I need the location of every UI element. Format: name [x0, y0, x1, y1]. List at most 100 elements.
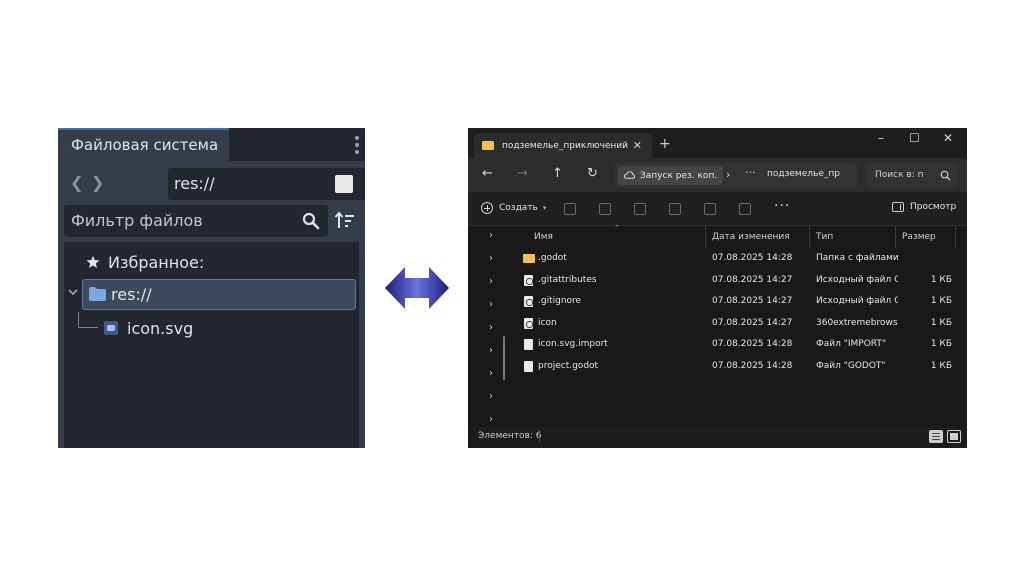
- file-tree: Избранное: res:// icon.svg: [64, 242, 359, 448]
- file-date: 07.08.2025 14:27: [712, 274, 793, 285]
- title-bar: подземелье_приключений ✕ + – ☐ ✕: [468, 128, 967, 158]
- more-icon[interactable]: ···: [745, 166, 756, 179]
- file-size: 1 КБ: [930, 317, 952, 328]
- file-date: 07.08.2025 14:27: [712, 317, 793, 328]
- double-arrow-icon: [385, 267, 449, 309]
- breadcrumb-folder[interactable]: подземелье_пр: [767, 169, 840, 179]
- tree-item-icon-svg[interactable]: icon.svg: [104, 316, 193, 340]
- folder-icon: [482, 141, 494, 150]
- tree-item-label: res://: [111, 285, 152, 304]
- paste-icon[interactable]: [634, 203, 646, 215]
- file-type: Файл "IMPORT": [816, 339, 887, 350]
- tiles-view-icon[interactable]: [947, 430, 961, 443]
- item-count: Элементов: 6: [478, 431, 542, 441]
- backup-label: Запуск рез. коп.: [640, 170, 718, 181]
- table-row[interactable]: project.godot 07.08.2025 14:28 Файл "GOD…: [510, 356, 967, 378]
- folder-icon: [523, 254, 535, 263]
- plus-icon: [481, 202, 493, 214]
- file-date: 07.08.2025 14:28: [712, 360, 793, 371]
- svg-file-icon: [104, 321, 118, 335]
- git-file-icon: [524, 296, 533, 308]
- up-arrow-icon[interactable]: ↑: [552, 167, 563, 181]
- preview-pane-icon: [892, 202, 904, 212]
- tree-item-res-root[interactable]: res://: [82, 279, 356, 310]
- create-button[interactable]: Создать ▾: [481, 202, 546, 214]
- tree-connector-line: [78, 312, 98, 328]
- chevron-down-icon: ▾: [542, 204, 547, 212]
- file-name: .gitattributes: [538, 274, 597, 285]
- chevron-right-icon[interactable]: ›: [489, 322, 493, 333]
- svg-file-icon: [524, 317, 533, 329]
- file-explorer-window: подземелье_приключений ✕ + – ☐ ✕ ← → ↑ ↻…: [468, 128, 967, 448]
- refresh-icon[interactable]: ↻: [587, 167, 598, 181]
- file-filter-input[interactable]: Фильтр файлов: [64, 205, 328, 237]
- column-name[interactable]: Имя: [528, 226, 706, 248]
- favorites-item[interactable]: Избранное:: [86, 250, 204, 274]
- dock-menu-icon[interactable]: [355, 136, 359, 154]
- status-bar: Элементов: 6: [468, 426, 967, 448]
- search-input[interactable]: Поиск в: п: [865, 163, 959, 188]
- tab-folder[interactable]: подземелье_приключений ✕: [474, 133, 652, 158]
- back-arrow-icon[interactable]: ❮: [70, 175, 83, 191]
- delete-icon[interactable]: [739, 203, 751, 215]
- new-tab-button[interactable]: +: [659, 136, 671, 152]
- chevron-right-icon[interactable]: ›: [489, 230, 493, 241]
- chevron-right-icon[interactable]: ›: [489, 276, 493, 287]
- forward-arrow-icon[interactable]: →: [517, 167, 528, 181]
- maximize-icon[interactable]: ☐: [909, 131, 920, 145]
- share-icon[interactable]: [704, 203, 716, 215]
- close-window-icon[interactable]: ✕: [943, 131, 953, 145]
- more-options-icon[interactable]: ···: [774, 198, 790, 214]
- table-row[interactable]: .gitignore 07.08.2025 14:27 Исходный фай…: [510, 291, 967, 313]
- file-date: 07.08.2025 14:28: [712, 253, 793, 263]
- address-bar: ← → ↑ ↻ Запуск рез. коп. › ··· подземель…: [468, 158, 967, 192]
- preview-button[interactable]: Просмотр: [892, 202, 956, 212]
- cut-icon[interactable]: [564, 203, 576, 215]
- copy-icon[interactable]: [599, 203, 611, 215]
- rename-icon[interactable]: [669, 203, 681, 215]
- column-header: ⌃ Имя Дата изменения Тип Размер: [510, 224, 967, 248]
- chevron-right-icon[interactable]: ›: [489, 253, 493, 264]
- file-type: Файл "GODOT": [816, 360, 886, 371]
- chevron-right-icon[interactable]: ›: [489, 368, 493, 379]
- chevron-right-icon: ›: [726, 168, 731, 181]
- file-size: 1 КБ: [930, 339, 952, 350]
- dock-tab-bar: Файловая система: [58, 128, 365, 161]
- file-name: .godot: [538, 253, 567, 263]
- table-row[interactable]: .gitattributes 07.08.2025 14:27 Исходный…: [510, 270, 967, 292]
- details-view-icon[interactable]: [929, 430, 943, 443]
- command-bar: Создать ▾ ··· Просмотр: [468, 192, 967, 226]
- scrollbar[interactable]: [503, 336, 505, 380]
- table-row[interactable]: icon 07.08.2025 14:27 360extremebrows...…: [510, 313, 967, 335]
- table-row[interactable]: .godot 07.08.2025 14:28 Папка с файлами: [510, 248, 967, 270]
- breadcrumb[interactable]: Запуск рез. коп. › ··· подземелье_пр: [614, 163, 858, 188]
- back-arrow-icon[interactable]: ←: [482, 167, 493, 181]
- favorites-label: Избранное:: [108, 252, 205, 272]
- search-placeholder: Поиск в: п: [875, 170, 924, 180]
- close-tab-icon[interactable]: ✕: [633, 139, 642, 152]
- file-size: 1 КБ: [930, 296, 952, 307]
- column-type[interactable]: Тип: [810, 226, 896, 248]
- column-size[interactable]: Размер: [896, 226, 956, 248]
- cloud-backup-icon: [624, 171, 635, 179]
- split-view-toggle-icon[interactable]: [335, 175, 353, 193]
- file-type: Папка с файлами: [816, 253, 898, 263]
- file-size: 1 КБ: [930, 360, 952, 371]
- sort-icon[interactable]: [334, 211, 356, 231]
- chevron-down-icon[interactable]: [68, 287, 78, 297]
- table-row[interactable]: icon.svg.import 07.08.2025 14:28 Файл "I…: [510, 334, 967, 356]
- chevron-right-icon[interactable]: ›: [489, 391, 493, 402]
- forward-arrow-icon[interactable]: ❯: [91, 175, 104, 191]
- tab-title: подземелье_приключений: [502, 140, 629, 151]
- preview-label: Просмотр: [910, 202, 957, 212]
- chevron-right-icon[interactable]: ›: [489, 299, 493, 310]
- file-type: 360extremebrows...: [816, 317, 898, 328]
- file-name: icon.svg.import: [538, 339, 608, 350]
- tab-filesystem[interactable]: Файловая система: [58, 128, 229, 161]
- filter-placeholder: Фильтр файлов: [71, 211, 203, 230]
- chevron-right-icon[interactable]: ›: [489, 414, 493, 425]
- column-date[interactable]: Дата изменения: [706, 226, 810, 248]
- minimize-icon[interactable]: –: [878, 131, 884, 145]
- backup-button[interactable]: Запуск рез. коп.: [618, 166, 724, 185]
- chevron-right-icon[interactable]: ›: [489, 345, 493, 356]
